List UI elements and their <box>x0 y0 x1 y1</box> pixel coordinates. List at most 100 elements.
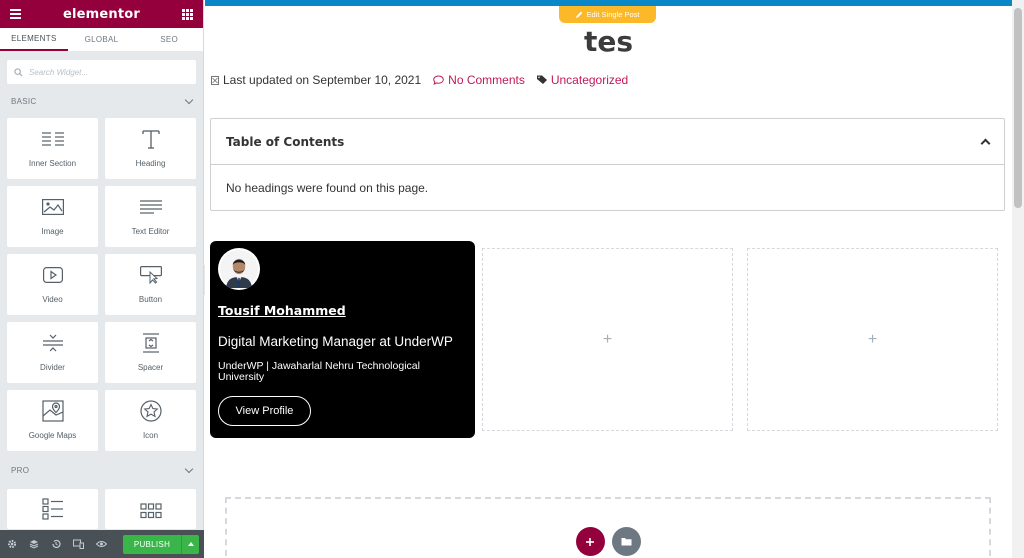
table-of-contents: Table of Contents No headings were found… <box>210 118 1005 211</box>
meta-updated: Last updated on September 10, 2021 <box>211 73 421 87</box>
basic-widgets-grid: Inner Section Heading Image Text Editor <box>0 118 203 451</box>
empty-column-add[interactable]: + <box>482 248 733 431</box>
publish-button[interactable]: PUBLISH <box>123 534 181 554</box>
widget-google-maps[interactable]: Google Maps <box>7 390 98 451</box>
comments-link[interactable]: No Comments <box>448 73 525 87</box>
chevron-down-icon <box>184 464 194 473</box>
widget-label: Video <box>42 295 63 304</box>
widget-button[interactable]: Button <box>105 254 196 315</box>
toc-body: No headings were found on this page. <box>211 165 1004 210</box>
panel-footer: PUBLISH <box>0 530 204 558</box>
widget-video[interactable]: Video <box>7 254 98 315</box>
author-profile-card: Tousif Mohammed Digital Marketing Manage… <box>210 241 475 438</box>
widget-panel: elementor ELEMENTS GLOBAL SEO BASIC Inne… <box>0 0 204 558</box>
meta-category: Uncategorized <box>536 73 628 87</box>
empty-column-add[interactable]: + <box>747 248 998 431</box>
widget-search <box>7 60 196 84</box>
section-pro-title: PRO <box>11 465 30 475</box>
widget-image[interactable]: Image <box>7 186 98 247</box>
preview-eye-icon[interactable] <box>96 538 107 550</box>
chevron-up-icon <box>980 138 991 149</box>
view-profile-button[interactable]: View Profile <box>218 396 311 426</box>
comment-icon <box>433 75 444 85</box>
widget-heading[interactable]: Heading <box>105 118 196 179</box>
post-meta: Last updated on September 10, 2021 No Co… <box>211 73 640 87</box>
plus-icon: + <box>602 330 613 348</box>
heading-icon <box>141 129 161 149</box>
tag-icon <box>536 75 547 84</box>
toc-empty-message: No headings were found on this page. <box>226 180 429 195</box>
add-section-button[interactable] <box>575 527 605 556</box>
responsive-mode-icon[interactable] <box>73 538 84 550</box>
google-maps-icon <box>41 400 64 422</box>
widget-inner-section[interactable]: Inner Section <box>7 118 98 179</box>
search-input[interactable] <box>29 67 179 77</box>
widget-label: Icon <box>142 431 159 440</box>
widget-label: Inner Section <box>28 159 77 168</box>
search-icon <box>14 67 23 77</box>
folder-icon <box>621 538 631 546</box>
widget-label: Button <box>138 295 163 304</box>
widget-label: Divider <box>40 363 65 372</box>
elementor-editor: elementor ELEMENTS GLOBAL SEO BASIC Inne… <box>0 0 1024 558</box>
portfolio-grid-icon <box>139 501 162 521</box>
add-template-button[interactable] <box>611 527 641 556</box>
preview-canvas: Edit Single Post tes Last updated on Sep… <box>205 0 1012 558</box>
tab-global[interactable]: GLOBAL <box>68 28 136 51</box>
widget-label: Text Editor <box>131 227 170 236</box>
section-pro-header[interactable]: PRO <box>0 451 203 489</box>
meta-comments: No Comments <box>433 73 525 87</box>
updated-text: Last updated on September 10, 2021 <box>223 73 422 87</box>
text-editor-icon <box>139 197 162 217</box>
button-icon <box>139 265 162 285</box>
tab-seo[interactable]: SEO <box>135 28 203 51</box>
section-basic-header[interactable]: BASIC <box>0 84 203 118</box>
scrollbar-thumb[interactable] <box>1014 8 1022 208</box>
settings-icon[interactable] <box>7 538 17 550</box>
vertical-scrollbar[interactable] <box>1012 0 1024 558</box>
image-icon <box>41 197 64 217</box>
widget-label: Heading <box>135 159 166 168</box>
widget-text-editor[interactable]: Text Editor <box>105 186 196 247</box>
widget-spacer[interactable]: Spacer <box>105 322 196 383</box>
widget-divider[interactable]: Divider <box>7 322 98 383</box>
widget-label: Google Maps <box>28 431 77 440</box>
posts-icon <box>41 498 64 520</box>
video-icon <box>42 265 63 285</box>
toc-header[interactable]: Table of Contents <box>211 119 1004 165</box>
widget-label: Image <box>41 227 64 236</box>
inner-section-icon <box>41 129 64 149</box>
widgets-grid-icon[interactable] <box>181 8 193 20</box>
avatar <box>218 248 260 290</box>
pencil-icon <box>575 11 582 18</box>
publish-options-button[interactable] <box>181 534 199 554</box>
toc-title: Table of Contents <box>226 134 345 149</box>
widget-icon[interactable]: Icon <box>105 390 196 451</box>
author-organization: UnderWP | Jawaharlal Nehru Technological… <box>218 360 420 383</box>
add-new-section-area <box>225 497 991 558</box>
pro-widgets-grid <box>0 489 203 529</box>
divider-icon <box>42 333 63 353</box>
history-icon[interactable] <box>51 538 61 550</box>
menu-icon[interactable] <box>10 9 21 19</box>
publish-group: PUBLISH <box>123 534 199 554</box>
star-icon <box>139 400 162 422</box>
plus-icon <box>586 537 594 546</box>
navigator-icon[interactable] <box>29 538 39 550</box>
author-role: Digital Marketing Manager at UnderWP <box>218 334 453 349</box>
widget-portfolio[interactable] <box>105 489 196 529</box>
post-title[interactable]: tes <box>205 25 1012 58</box>
author-name[interactable]: Tousif Mohammed <box>218 303 467 318</box>
broken-image-icon <box>211 75 219 85</box>
edit-single-post-tag[interactable]: Edit Single Post <box>559 6 656 23</box>
chevron-down-icon <box>184 95 194 104</box>
category-link[interactable]: Uncategorized <box>551 73 628 87</box>
plus-icon: + <box>867 330 878 348</box>
panel-header: elementor <box>0 0 203 28</box>
spacer-icon <box>141 333 161 353</box>
widget-label: Spacer <box>137 363 164 372</box>
panel-tabs: ELEMENTS GLOBAL SEO <box>0 28 203 52</box>
widget-posts[interactable] <box>7 489 98 529</box>
tab-elements[interactable]: ELEMENTS <box>0 28 68 51</box>
edit-tag-label: Edit Single Post <box>586 10 640 19</box>
